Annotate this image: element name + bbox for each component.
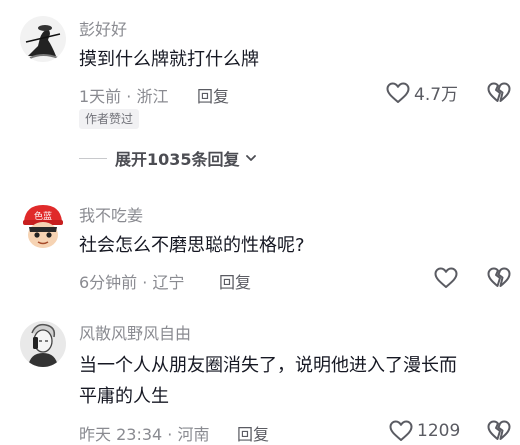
comment-username[interactable]: 风散风野风自由 [79, 320, 191, 344]
broken-heart-icon [487, 267, 511, 287]
comment-username[interactable]: 我不吃姜 [79, 202, 143, 226]
ink-swordsman-avatar-icon [20, 16, 66, 62]
comment-item: 彭好好 摸到什么牌就打什么牌 1天前 · 浙江 回复 4.7万 作者赞过 展开1… [0, 0, 520, 180]
broken-heart-icon [487, 82, 511, 102]
comment-username[interactable]: 彭好好 [79, 16, 127, 40]
divider-line [79, 157, 107, 159]
comment-meta: 昨天 23:34 · 河南 [79, 425, 210, 444]
like-count: 4.7万 [414, 85, 459, 105]
comment-meta: 1天前 · 浙江 [79, 87, 169, 106]
expand-replies-button[interactable]: 展开1035条回复 [79, 146, 258, 170]
dislike-button[interactable] [486, 419, 512, 443]
dislike-button[interactable] [486, 81, 512, 105]
cartoon-boy-red-cap-avatar-icon: 色蓝 [20, 203, 66, 249]
heart-outline-icon [389, 420, 413, 441]
like-button[interactable]: 1209 [388, 419, 460, 443]
user-avatar[interactable]: 色蓝 [20, 203, 66, 249]
reply-button[interactable]: 回复 [197, 83, 229, 107]
user-avatar[interactable] [20, 321, 66, 367]
reply-button[interactable]: 回复 [237, 421, 269, 445]
chevron-down-icon [245, 155, 256, 161]
comment-meta: 6分钟前 · 辽宁 [79, 273, 185, 292]
user-avatar[interactable] [20, 16, 66, 62]
comment-text: 摸到什么牌就打什么牌 [79, 49, 259, 70]
broken-heart-icon [487, 420, 511, 440]
cap-text: 色蓝 [34, 210, 52, 222]
comment-text: 当一个人从朋友圈消失了，说明他进入了漫长而 [79, 355, 457, 376]
reply-button[interactable]: 回复 [219, 269, 251, 293]
dislike-button[interactable] [486, 266, 512, 290]
expand-replies-label: 展开1035条回复 [115, 150, 240, 169]
author-liked-badge: 作者赞过 [79, 109, 140, 129]
like-button[interactable] [433, 266, 462, 290]
like-button[interactable]: 4.7万 [385, 80, 458, 105]
comment-item: 色蓝 我不吃姜 社会怎么不磨思聪的性格呢? 6分钟前 · 辽宁 回复 [0, 195, 520, 305]
comment-item: 风散风野风自由 当一个人从朋友圈消失了，说明他进入了漫长而 平庸的人生 昨天 2… [0, 313, 520, 445]
heart-outline-icon [434, 267, 458, 288]
heart-outline-icon [386, 82, 410, 103]
like-count: 1209 [417, 421, 461, 441]
sketch-man-phone-avatar-icon [20, 321, 66, 367]
comment-text: 平庸的人生 [79, 386, 169, 407]
comment-text: 社会怎么不磨思聪的性格呢? [79, 235, 305, 256]
